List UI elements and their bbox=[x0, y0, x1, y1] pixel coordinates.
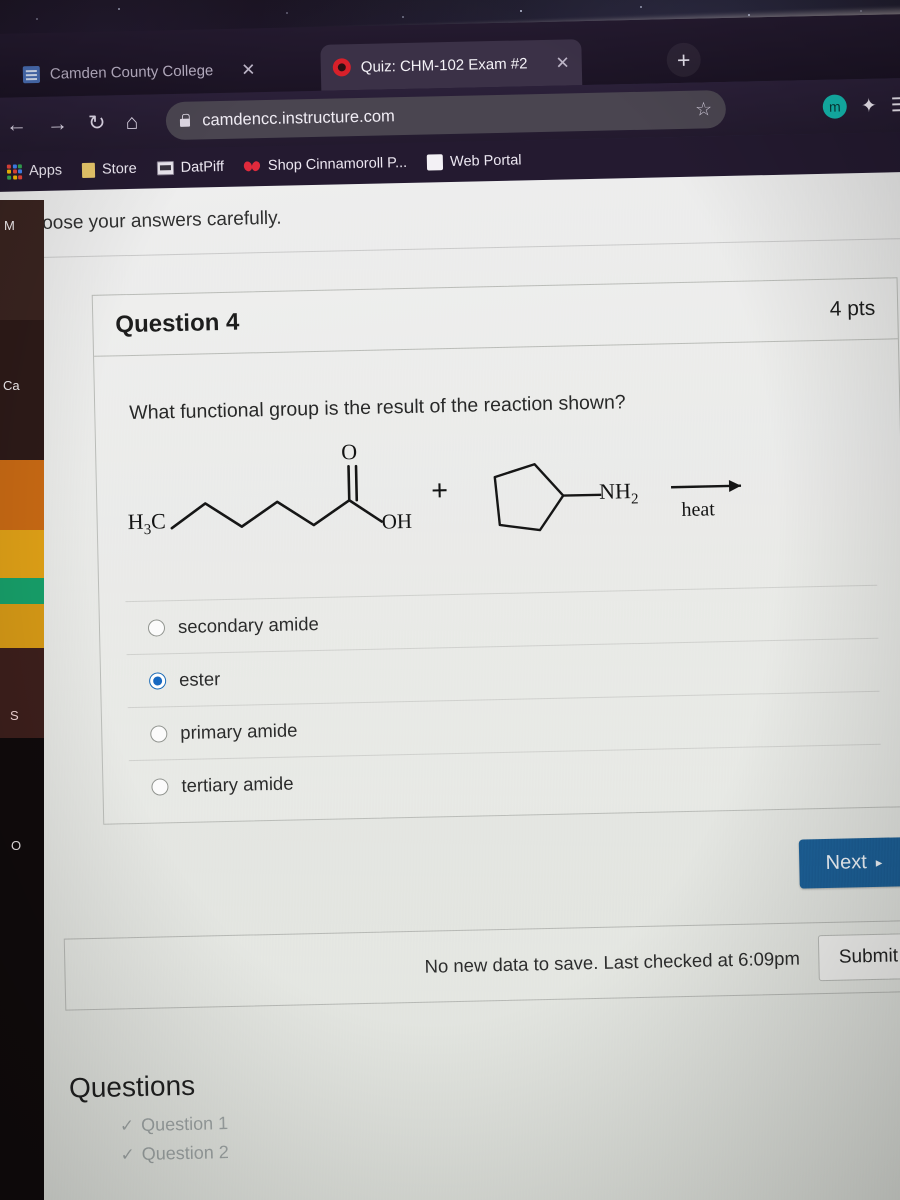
bookmark-star-icon[interactable]: ☆ bbox=[695, 98, 713, 121]
question-points: 4 pts bbox=[829, 297, 875, 322]
divider bbox=[0, 238, 900, 259]
bookmark-apps[interactable]: Apps bbox=[7, 162, 62, 179]
bookmark-label: Web Portal bbox=[450, 152, 522, 170]
bookmark-label: DatPiff bbox=[181, 159, 225, 176]
bookmark-label: Store bbox=[102, 161, 137, 178]
question-prompt: What functional group is the result of t… bbox=[129, 386, 873, 425]
chem-label-hydroxyl-oh: OH bbox=[381, 509, 412, 535]
bookmark-shop-cinnamoroll[interactable]: Shop Cinnamoroll P... bbox=[244, 155, 407, 175]
chem-label-nh2: NH2 bbox=[599, 478, 639, 509]
profile-avatar[interactable]: m bbox=[823, 94, 848, 119]
background-app-sliver: M Ca S O bbox=[0, 200, 44, 1200]
bookmark-store[interactable]: Store bbox=[82, 161, 137, 178]
tab-title: Quiz: CHM-102 Exam #2 bbox=[361, 55, 528, 76]
toolbar-right-group: m ✦ ☰ bbox=[822, 78, 900, 134]
next-button-label: Next bbox=[825, 851, 867, 875]
browser-menu-icon[interactable]: ☰ bbox=[890, 93, 900, 116]
folder-icon bbox=[82, 162, 95, 177]
forward-icon[interactable]: → bbox=[47, 113, 68, 134]
white-square-icon bbox=[427, 154, 443, 170]
screen-photo-root: Camden County College ✕ Quiz: CHM-102 Ex… bbox=[0, 0, 900, 1200]
new-tab-button[interactable]: + bbox=[666, 43, 701, 78]
questions-panel-item-label: Question 2 bbox=[141, 1142, 228, 1165]
lock-icon bbox=[180, 118, 190, 126]
questions-panel-heading: Questions bbox=[69, 1053, 900, 1104]
quiz-submit-bar: No new data to save. Last checked at 6:0… bbox=[64, 919, 900, 1010]
answer-options-list: secondary amide ester primary amide tert… bbox=[125, 585, 881, 813]
chem-label-h3c: H3C bbox=[127, 508, 166, 539]
back-icon[interactable]: ← bbox=[6, 114, 27, 135]
bookmark-label: Shop Cinnamoroll P... bbox=[268, 155, 408, 174]
sliver-text-o: O bbox=[11, 838, 21, 853]
radio-button[interactable] bbox=[148, 619, 165, 636]
tab-camden-county-college[interactable]: Camden County College ✕ bbox=[10, 46, 268, 98]
apps-grid-icon bbox=[7, 164, 22, 179]
radio-button-selected[interactable] bbox=[149, 672, 166, 689]
radio-button[interactable] bbox=[150, 725, 167, 742]
home-icon[interactable]: ⌂ bbox=[125, 111, 138, 132]
document-icon bbox=[23, 65, 40, 82]
sliver-text-s: S bbox=[10, 708, 19, 723]
question-card: Question 4 4 pts What functional group i… bbox=[92, 277, 900, 824]
chem-label-carbonyl-o: O bbox=[341, 439, 357, 465]
bookmark-label: Apps bbox=[29, 162, 62, 179]
datpiff-icon bbox=[157, 161, 174, 175]
chem-label-plus: + bbox=[431, 474, 449, 508]
bookmark-web-portal[interactable]: Web Portal bbox=[427, 152, 522, 170]
bookmark-datpiff[interactable]: DatPiff bbox=[157, 159, 225, 176]
chem-label-heat: heat bbox=[681, 498, 715, 522]
sliver-text-m: M bbox=[4, 218, 15, 233]
canvas-logo-icon bbox=[333, 58, 351, 76]
questions-panel: Questions ✓ Question 1 ✓ Question 2 bbox=[69, 1053, 900, 1166]
close-icon[interactable]: ✕ bbox=[555, 54, 570, 71]
answer-label: primary amide bbox=[180, 719, 298, 744]
question-title: Question 4 bbox=[115, 309, 240, 340]
check-icon: ✓ bbox=[120, 1116, 135, 1136]
extensions-icon[interactable]: ✦ bbox=[861, 94, 877, 117]
reaction-scheme-image: H3C O OH + NH2 heat bbox=[122, 427, 877, 573]
answer-label: tertiary amide bbox=[181, 773, 294, 797]
questions-panel-item-label: Question 1 bbox=[141, 1113, 228, 1136]
check-icon: ✓ bbox=[120, 1145, 135, 1165]
sliver-text-ca: Ca bbox=[3, 378, 20, 393]
address-bar[interactable]: camdencc.instructure.com ☆ bbox=[166, 90, 727, 140]
save-status-text: No new data to save. Last checked at 6:0… bbox=[424, 948, 800, 978]
browser-window: Camden County College ✕ Quiz: CHM-102 Ex… bbox=[0, 14, 900, 1200]
answer-label: ester bbox=[179, 668, 221, 691]
close-icon[interactable]: ✕ bbox=[241, 61, 256, 78]
answer-label: secondary amide bbox=[178, 613, 319, 638]
quiz-page: choose your answers carefully. Question … bbox=[0, 172, 900, 1200]
radio-button[interactable] bbox=[151, 778, 168, 795]
bow-icon bbox=[244, 160, 261, 173]
question-body: What functional group is the result of t… bbox=[94, 339, 900, 823]
url-input[interactable]: camdencc.instructure.com bbox=[202, 100, 683, 129]
chevron-right-icon: ▸ bbox=[876, 854, 883, 870]
tab-quiz-chm-102-exam-2[interactable]: Quiz: CHM-102 Exam #2 ✕ bbox=[320, 39, 582, 91]
reload-icon[interactable]: ↻ bbox=[88, 112, 106, 133]
next-button[interactable]: Next ▸ bbox=[799, 837, 900, 888]
tab-title: Camden County College bbox=[50, 62, 214, 83]
submit-quiz-button[interactable]: Submit Quiz bbox=[817, 932, 900, 981]
